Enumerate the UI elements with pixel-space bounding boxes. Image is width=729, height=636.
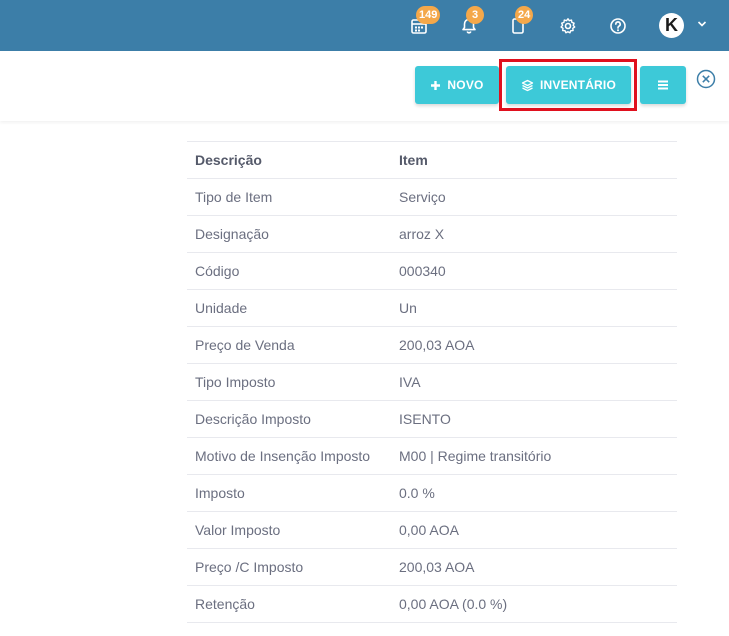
row-value: 0,00 AOA	[399, 522, 459, 538]
novo-button[interactable]: NOVO	[415, 66, 499, 104]
close-icon[interactable]	[696, 69, 716, 89]
row-value: ISENTO	[399, 411, 451, 427]
plus-icon	[431, 80, 441, 90]
row-key: Descrição Imposto	[195, 411, 311, 427]
item-details-table: Descrição Item Tipo de Item Serviço Desi…	[187, 141, 677, 623]
chevron-down-icon[interactable]	[697, 20, 707, 28]
row-value: 000340	[399, 263, 446, 279]
table-row: Motivo de Insenção Imposto M00 | Regime …	[187, 438, 677, 475]
table-row: Retenção 0,00 AOA (0.0 %)	[187, 586, 677, 623]
help-button[interactable]	[605, 13, 631, 39]
documents-button[interactable]: 24	[505, 6, 534, 39]
row-key: Designação	[195, 226, 269, 242]
table-header-row: Descrição Item	[187, 142, 677, 179]
row-key: Preço de Venda	[195, 337, 295, 353]
row-key: Motivo de Insenção Imposto	[195, 448, 371, 464]
table-row: Código 000340	[187, 253, 677, 290]
table-row: Tipo Imposto IVA	[187, 364, 677, 401]
inventario-button[interactable]: INVENTÁRIO	[506, 66, 631, 104]
settings-button[interactable]	[555, 13, 581, 39]
hamburger-icon	[658, 80, 668, 90]
row-value: 200,03 AOA	[399, 337, 475, 353]
table-row: Preço de Venda 200,03 AOA	[187, 327, 677, 364]
table-row: Tipo de Item Serviço	[187, 179, 677, 216]
action-toolbar: NOVO INVENTÁRIO	[0, 51, 729, 121]
table-row: Unidade Un	[187, 290, 677, 327]
documents-badge: 24	[515, 6, 534, 24]
row-value: IVA	[399, 374, 421, 390]
menu-button[interactable]	[640, 66, 686, 104]
header-item: Item	[399, 152, 428, 168]
user-avatar[interactable]: K	[659, 13, 684, 38]
row-key: Código	[195, 263, 240, 279]
row-key: Tipo de Item	[195, 189, 273, 205]
row-value: arroz X	[399, 226, 445, 242]
notifications-badge: 3	[466, 6, 484, 24]
header-description: Descrição	[195, 152, 262, 168]
table-row: Valor Imposto 0,00 AOA	[187, 512, 677, 549]
row-value: Serviço	[399, 189, 446, 205]
avatar-letter: K	[665, 15, 678, 35]
row-value: Un	[399, 300, 417, 316]
calendar-button[interactable]: 149	[406, 6, 441, 39]
help-icon	[610, 18, 626, 34]
notifications-button[interactable]: 3	[456, 6, 484, 39]
row-key: Valor Imposto	[195, 522, 281, 538]
calendar-badge: 149	[416, 6, 441, 24]
stack-icon	[521, 79, 534, 91]
table-row: Imposto 0.0 %	[187, 475, 677, 512]
row-value: 0,00 AOA (0.0 %)	[399, 596, 508, 612]
novo-label: NOVO	[447, 78, 484, 92]
row-value: 0.0 %	[399, 485, 435, 501]
top-navbar: 149 3 24 K	[0, 0, 729, 51]
table-row: Preço /C Imposto 200,03 AOA	[187, 549, 677, 586]
row-key: Imposto	[195, 485, 245, 501]
inventario-label: INVENTÁRIO	[539, 78, 616, 92]
table-row: Descrição Imposto ISENTO	[187, 401, 677, 438]
table-row: Designação arroz X	[187, 216, 677, 253]
row-key: Retenção	[195, 596, 255, 612]
gear-icon	[560, 18, 576, 34]
row-key: Tipo Imposto	[195, 374, 276, 390]
row-value: M00 | Regime transitório	[399, 448, 552, 464]
row-key: Unidade	[195, 300, 248, 316]
row-value: 200,03 AOA	[399, 559, 475, 575]
row-key: Preço /C Imposto	[195, 559, 304, 575]
